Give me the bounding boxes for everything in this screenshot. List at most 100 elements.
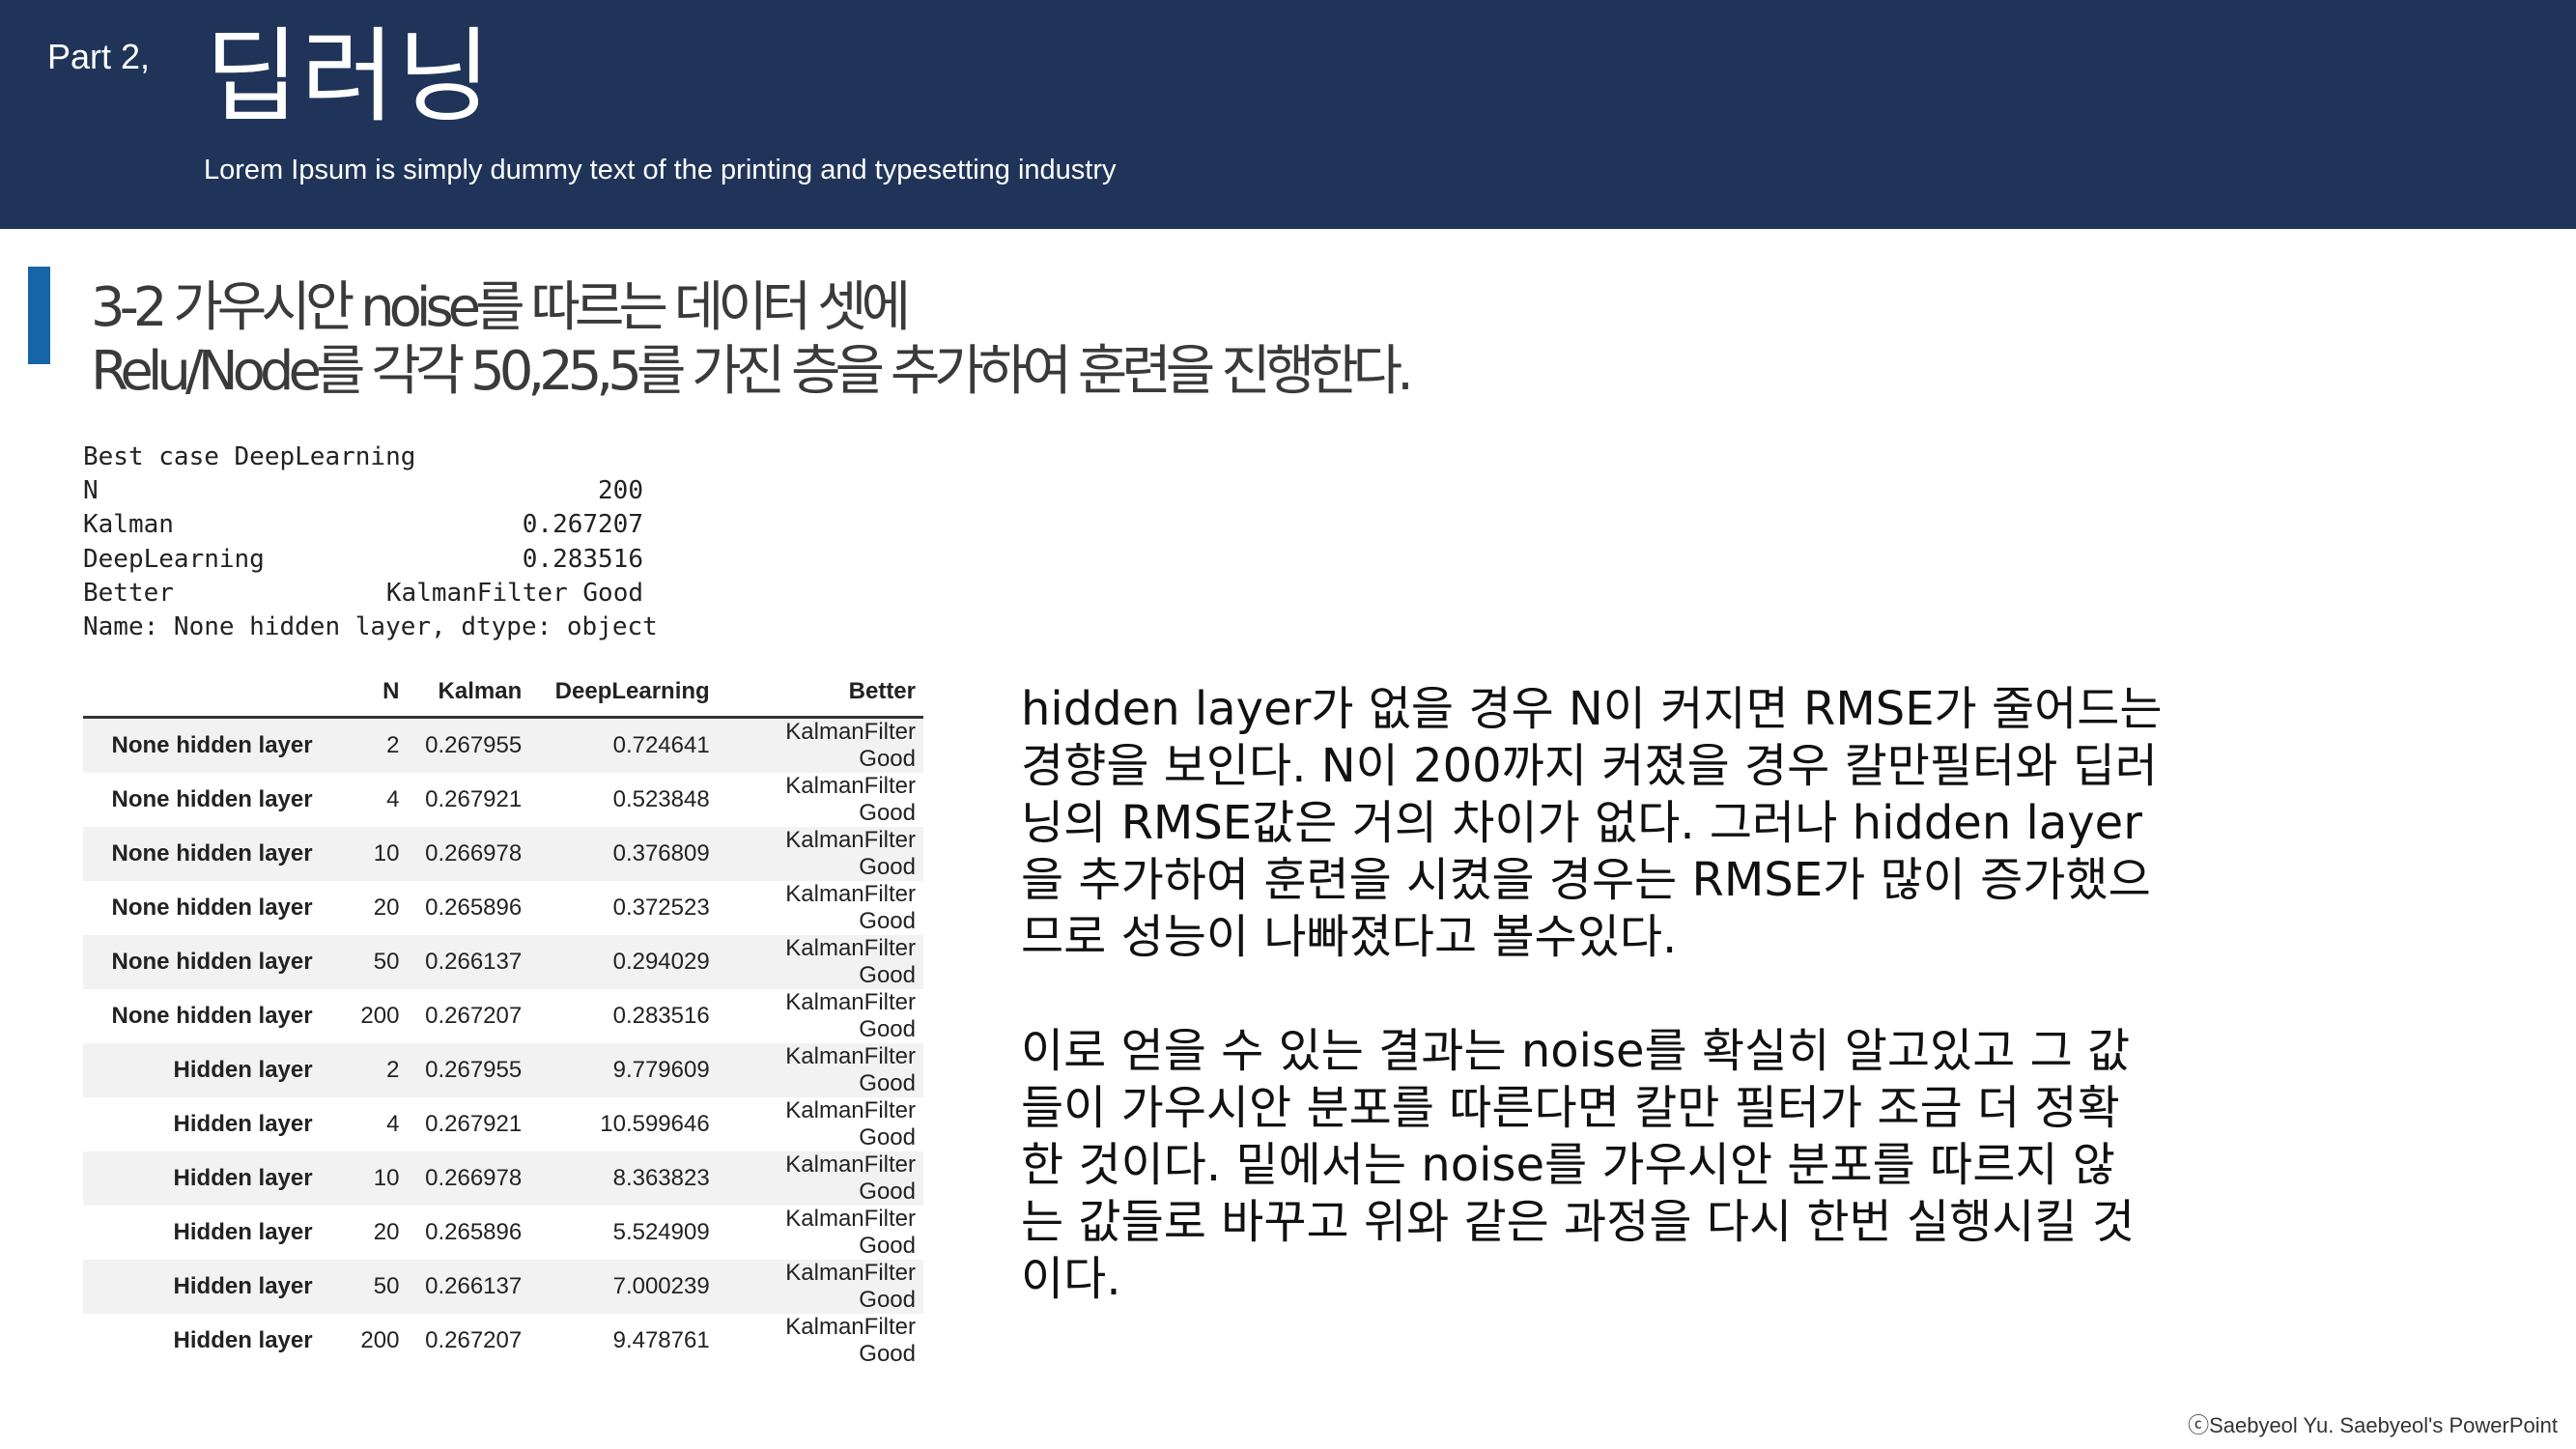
section-heading: 3-2 가우시안 noise를 따르는 데이터 셋에 Relu/Node를 각각… bbox=[91, 276, 1414, 403]
header-band: Part 2, 딥러닝 Lorem Ipsum is simply dummy … bbox=[0, 0, 2576, 229]
body-line: 들이 가우시안 분포를 따른다면 칼만 필터가 조금 더 정확 bbox=[1021, 1081, 2120, 1135]
body-paragraph-2: 이로 얻을 수 있는 결과는 noise를 확실히 알고있고 그 값 들이 가우시… bbox=[1021, 1023, 2296, 1308]
table-row: Hidden layer 200 0.267207 9.478761 KalmanFil… bbox=[83, 1314, 923, 1368]
table-cell: KalmanFilter Good bbox=[785, 773, 916, 826]
table-row: Hidden layer 50 0.266137 7.000239 KalmanFilt… bbox=[83, 1260, 923, 1314]
results-table: N Kalman DeepLearning Better None hidden… bbox=[83, 667, 923, 1368]
table-header-cell: N bbox=[320, 667, 408, 719]
table-header-cell: Better bbox=[717, 667, 923, 719]
body-line: 이로 얻을 수 있는 결과는 noise를 확실히 알고있고 그 값 bbox=[1021, 1024, 2131, 1078]
table-row: None hidden layer 4 0.267921 0.523848 Kalman… bbox=[83, 773, 923, 827]
table-cell: 0.267955 bbox=[425, 1057, 523, 1083]
series-value: 0.283516 bbox=[522, 544, 643, 574]
table-cell: KalmanFilter Good bbox=[785, 1206, 916, 1259]
series-value: KalmanFilter Good bbox=[385, 578, 643, 608]
table-cell: KalmanFilter Good bbox=[785, 1097, 916, 1151]
table-cell: 0.294029 bbox=[612, 949, 710, 975]
table-cell: 5.524909 bbox=[612, 1219, 710, 1245]
body-line: 이다. bbox=[1021, 1252, 1121, 1306]
series-output-row: Kalman 0.267207 bbox=[83, 508, 658, 542]
table-cell: 0.267921 bbox=[425, 1111, 523, 1137]
body-paragraph-1: hidden layer가 없을 경우 N이 커지면 RMSE가 줄어드는 경향을… bbox=[1021, 681, 2296, 966]
table-row-label: Hidden layer bbox=[173, 1327, 313, 1353]
table-row-label: None hidden layer bbox=[111, 1003, 313, 1029]
table-row-label: Hidden layer bbox=[173, 1057, 313, 1083]
table-cell: 2 bbox=[386, 732, 400, 758]
table-cell: 4 bbox=[386, 1111, 400, 1137]
table-cell: 20 bbox=[373, 1219, 400, 1245]
table-cell: 8.363823 bbox=[612, 1165, 710, 1191]
table-row: None hidden layer 10 0.266978 0.376809 Kalma… bbox=[83, 827, 923, 881]
body-line: 한 것이다. 밑에서는 noise를 가우시안 분포를 따르지 않 bbox=[1021, 1138, 2115, 1192]
table-row: Hidden layer 4 0.267921 10.599646 KalmanFilt… bbox=[83, 1097, 923, 1151]
series-key: DeepLearning bbox=[83, 544, 265, 574]
section-accent-bar bbox=[28, 267, 50, 364]
table-cell: KalmanFilter Good bbox=[785, 827, 916, 880]
table-header-row: N Kalman DeepLearning Better bbox=[83, 667, 923, 719]
series-output-row: DeepLearning 0.283516 bbox=[83, 543, 658, 577]
series-value: 200 bbox=[598, 476, 643, 506]
table-cell: 0.523848 bbox=[612, 786, 710, 812]
table-cell: 0.376809 bbox=[612, 840, 710, 867]
series-output-row: N 200 bbox=[83, 474, 658, 508]
table-cell: 50 bbox=[373, 949, 400, 975]
table-cell: 200 bbox=[360, 1327, 400, 1353]
table-cell: KalmanFilter Good bbox=[785, 1260, 916, 1313]
table-row: Hidden layer 20 0.265896 5.524909 KalmanFilt… bbox=[83, 1206, 923, 1260]
series-value: 0.267207 bbox=[522, 510, 643, 540]
table-cell: KalmanFilter Good bbox=[785, 719, 916, 772]
body-line: 므로 성능이 나빠졌다고 볼수있다. bbox=[1021, 910, 1678, 964]
table-cell: 0.283516 bbox=[612, 1003, 710, 1029]
table-cell: 7.000239 bbox=[612, 1273, 710, 1299]
table-row-label: Hidden layer bbox=[173, 1111, 313, 1137]
section-heading-line1: 3-2 가우시안 noise를 따르는 데이터 셋에 bbox=[91, 276, 911, 339]
table-row: None hidden layer 50 0.266137 0.294029 Kalma… bbox=[83, 935, 923, 989]
table-row: Hidden layer 2 0.267955 9.779609 KalmanFilte… bbox=[83, 1043, 923, 1097]
body-line: 닝의 RMSE값은 거의 차이가 없다. 그러나 hidden layer bbox=[1021, 796, 2142, 850]
table-cell: 0.724641 bbox=[612, 732, 710, 758]
table-cell: 10 bbox=[373, 1165, 400, 1191]
series-key: Better bbox=[83, 578, 174, 608]
table-cell: 0.372523 bbox=[612, 895, 710, 921]
table-row-label: None hidden layer bbox=[111, 895, 313, 921]
table-cell: 4 bbox=[386, 786, 400, 812]
table-cell: 0.266978 bbox=[425, 840, 523, 867]
table-row-label: None hidden layer bbox=[111, 786, 313, 812]
table-row-label: None hidden layer bbox=[111, 949, 313, 975]
results-table-wrapper: N Kalman DeepLearning Better None hidden… bbox=[83, 667, 923, 1368]
table-cell: KalmanFilter Good bbox=[785, 935, 916, 988]
series-output: Best case DeepLearning N 200 Kalman 0.26… bbox=[83, 440, 658, 644]
page-title: 딥러닝 bbox=[205, 17, 494, 136]
table-cell: 10.599646 bbox=[600, 1111, 710, 1137]
table-cell: KalmanFilter Good bbox=[785, 1043, 916, 1096]
table-row-label: Hidden layer bbox=[173, 1273, 313, 1299]
table-cell: 0.267207 bbox=[425, 1003, 523, 1029]
table-cell: 0.265896 bbox=[425, 1219, 523, 1245]
part-label: Part 2, bbox=[47, 37, 151, 76]
table-body: None hidden layer 2 0.267955 0.724641 Kalman… bbox=[83, 717, 923, 1369]
table-row-label: None hidden layer bbox=[111, 840, 313, 867]
table-cell: 200 bbox=[360, 1003, 400, 1029]
table-cell: KalmanFilter Good bbox=[785, 881, 916, 934]
table-cell: 0.265896 bbox=[425, 895, 523, 921]
table-cell: 0.266137 bbox=[425, 1273, 523, 1299]
table-cell: 2 bbox=[386, 1057, 400, 1083]
body-text: hidden layer가 없을 경우 N이 커지면 RMSE가 줄어드는 경향을… bbox=[1021, 681, 2296, 1308]
series-key: Kalman bbox=[83, 510, 174, 540]
table-cell: 0.266137 bbox=[425, 949, 523, 975]
table-cell: KalmanFilter Good bbox=[785, 989, 916, 1042]
table-cell: 0.267955 bbox=[425, 732, 523, 758]
table-row-label: Hidden layer bbox=[173, 1219, 313, 1245]
table-cell: 20 bbox=[373, 895, 400, 921]
body-line: 을 추가하여 훈련을 시켰을 경우는 RMSE가 많이 증가했으 bbox=[1021, 853, 2151, 907]
series-key: N bbox=[83, 476, 99, 506]
body-line: 는 값들로 바꾸고 위와 같은 과정을 다시 한번 실행시킬 것 bbox=[1021, 1195, 2136, 1249]
series-output-row: Better KalmanFilter Good bbox=[83, 577, 658, 611]
table-cell: 0.266978 bbox=[425, 1165, 523, 1191]
section-heading-line2: Relu/Node를 각각 50,25,5를 가진 층을 추가하여 훈련을 진행… bbox=[91, 339, 1414, 403]
table-row: Hidden layer 10 0.266978 8.363823 KalmanFilt… bbox=[83, 1151, 923, 1206]
table-cell: 0.267207 bbox=[425, 1327, 523, 1353]
body-line: 경향을 보인다. N이 200까지 커졌을 경우 칼만필터와 딥러 bbox=[1021, 739, 2158, 793]
table-cell: 50 bbox=[373, 1273, 400, 1299]
page-subtitle: Lorem Ipsum is simply dummy text of the … bbox=[204, 155, 1117, 185]
